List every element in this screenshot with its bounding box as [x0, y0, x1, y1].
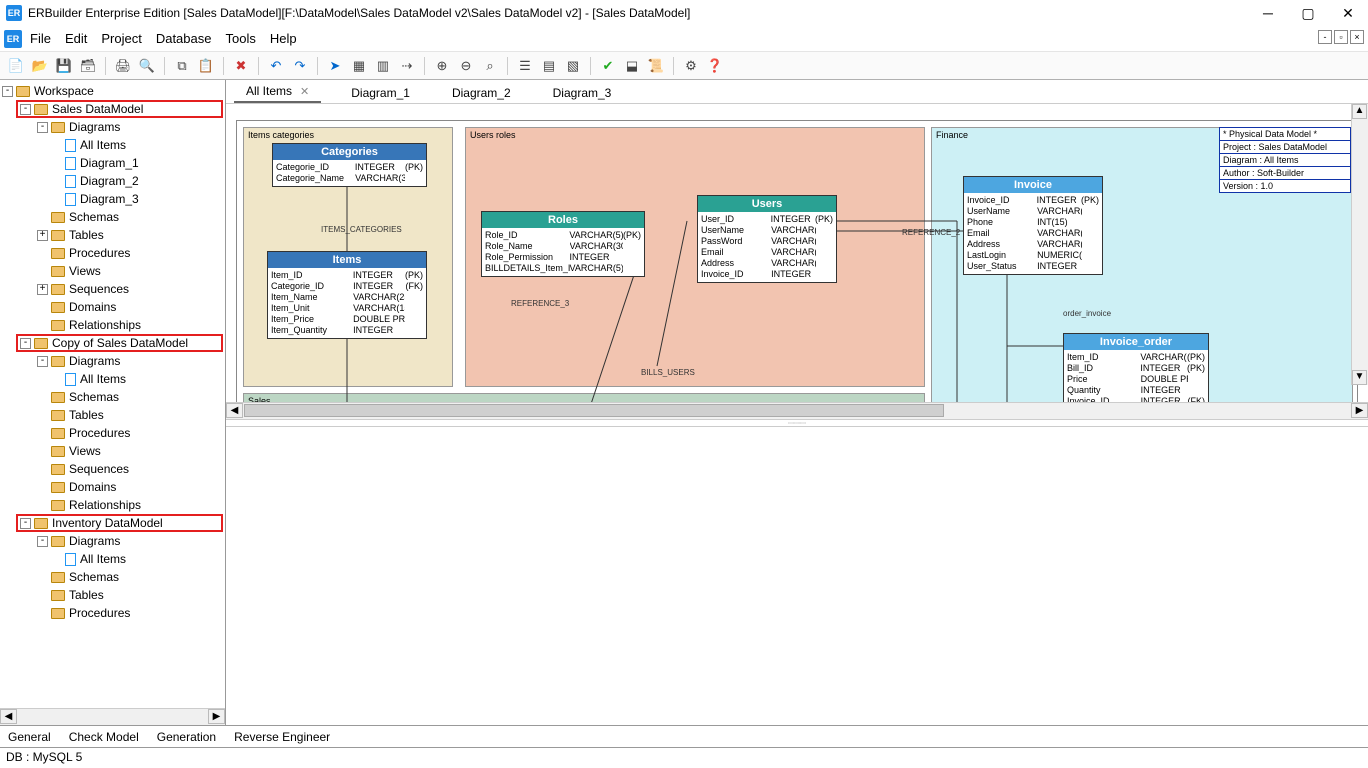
- new-icon[interactable]: 📄: [6, 56, 26, 76]
- tab-diagram-1[interactable]: Diagram_1: [339, 83, 422, 103]
- close-button[interactable]: ✕: [1328, 0, 1368, 26]
- tree-sales-model[interactable]: Sales DataModel: [52, 102, 143, 116]
- undo-icon[interactable]: ↶: [266, 56, 286, 76]
- tree-schemas[interactable]: Schemas: [69, 210, 119, 224]
- tree-diagram-3[interactable]: Diagram_3: [80, 192, 139, 206]
- diagram-canvas[interactable]: Items categories Users roles Sales Finan…: [236, 120, 1358, 402]
- script-icon[interactable]: 📜: [646, 56, 666, 76]
- entity-invoice[interactable]: InvoiceInvoice_IDINTEGER(PK)UserNameVARC…: [963, 176, 1103, 275]
- tree-diagrams[interactable]: Diagrams: [69, 120, 120, 134]
- tree-tables[interactable]: Tables: [69, 228, 104, 242]
- app-icon-small: ER: [4, 30, 22, 48]
- tree-hscroll[interactable]: ◀▶: [0, 708, 225, 725]
- tree-views[interactable]: Views: [69, 264, 101, 278]
- maximize-button[interactable]: ▢: [1288, 0, 1328, 26]
- tree-sequences[interactable]: Sequences: [69, 282, 129, 296]
- zoomout-icon[interactable]: ⊖: [456, 56, 476, 76]
- status-tabs: General Check Model Generation Reverse E…: [0, 725, 1368, 747]
- region-sales: Sales: [243, 393, 925, 402]
- canvas-vscroll[interactable]: ▲ ▼: [1351, 104, 1368, 385]
- entity-roles[interactable]: RolesRole_IDVARCHAR(5)(PK)Role_NameVARCH…: [481, 211, 645, 277]
- tree-relationships[interactable]: Relationships: [69, 318, 141, 332]
- splitter[interactable]: ┄┄┄┄┄: [226, 419, 1368, 427]
- menu-help[interactable]: Help: [270, 31, 297, 46]
- tree-copy-model[interactable]: Copy of Sales DataModel: [52, 336, 188, 350]
- minimize-button[interactable]: ─: [1248, 0, 1288, 26]
- copy-icon[interactable]: ⧉: [172, 56, 192, 76]
- help-icon[interactable]: ❓: [705, 56, 725, 76]
- layout1-icon[interactable]: ▤: [539, 56, 559, 76]
- redo-icon[interactable]: ↷: [290, 56, 310, 76]
- tree-inventory-model[interactable]: Inventory DataModel: [52, 516, 163, 530]
- title-bar: ER ERBuilder Enterprise Edition [Sales D…: [0, 0, 1368, 26]
- canvas-hscroll[interactable]: ◀ ▶: [226, 402, 1368, 419]
- model-icon: [34, 104, 48, 115]
- tab-close-icon[interactable]: ✕: [300, 86, 309, 98]
- view-icon[interactable]: ▥: [373, 56, 393, 76]
- tree-all-items[interactable]: All Items: [80, 138, 126, 152]
- diagram-tabs: All Items✕ Diagram_1 Diagram_2 Diagram_3: [226, 80, 1368, 104]
- paste-icon[interactable]: 📋: [196, 56, 216, 76]
- gen-icon[interactable]: ⬓: [622, 56, 642, 76]
- status-tab-general[interactable]: General: [8, 730, 51, 744]
- entity-categories[interactable]: CategoriesCategorie_IDINTEGER(PK)Categor…: [272, 143, 427, 187]
- folder-icon: [16, 86, 30, 97]
- zoomfit-icon[interactable]: ⌕: [480, 56, 500, 76]
- app-icon: ER: [6, 5, 22, 21]
- print-icon[interactable]: 🖨: [113, 56, 133, 76]
- menu-file[interactable]: File: [30, 31, 51, 46]
- check-icon[interactable]: ✔: [598, 56, 618, 76]
- tab-all-items[interactable]: All Items✕: [234, 81, 321, 103]
- rel-items-categories: ITEMS_CATEGORIES: [321, 225, 402, 234]
- output-panel: [226, 427, 1368, 725]
- mdi-minimize[interactable]: -: [1318, 30, 1332, 44]
- tab-diagram-2[interactable]: Diagram_2: [440, 83, 523, 103]
- settings-icon[interactable]: ⚙: [681, 56, 701, 76]
- pointer-icon[interactable]: ➤: [325, 56, 345, 76]
- rel-reference-3: REFERENCE_3: [511, 299, 569, 308]
- zoomin-icon[interactable]: ⊕: [432, 56, 452, 76]
- tree-procedures[interactable]: Procedures: [69, 246, 130, 260]
- mdi-restore[interactable]: ▫: [1334, 30, 1348, 44]
- relation-icon[interactable]: ⇢: [397, 56, 417, 76]
- tree-diagram-1[interactable]: Diagram_1: [80, 156, 139, 170]
- table-icon[interactable]: ▦: [349, 56, 369, 76]
- expand-icon[interactable]: -: [2, 86, 13, 97]
- tree-workspace[interactable]: Workspace: [34, 84, 94, 98]
- saveall-icon[interactable]: 🗃: [78, 56, 98, 76]
- window-title: ERBuilder Enterprise Edition [Sales Data…: [28, 6, 690, 20]
- entity-users[interactable]: UsersUser_IDINTEGER(PK)UserNameVARCHAR(5…: [697, 195, 837, 283]
- status-bar: DB : MySQL 5: [0, 747, 1368, 768]
- tab-diagram-3[interactable]: Diagram_3: [541, 83, 624, 103]
- toolbar: 📄 📂 💾 🗃 🖨 🔍 ⧉ 📋 ✖ ↶ ↷ ➤ ▦ ▥ ⇢ ⊕ ⊖ ⌕ ☰ ▤ …: [0, 52, 1368, 80]
- rel-order-invoice: order_invoice: [1063, 309, 1111, 318]
- save-icon[interactable]: 💾: [54, 56, 74, 76]
- preview-icon[interactable]: 🔍: [137, 56, 157, 76]
- layout2-icon[interactable]: ▧: [563, 56, 583, 76]
- entity-items[interactable]: ItemsItem_IDINTEGER(PK)Categorie_IDINTEG…: [267, 251, 427, 339]
- menu-edit[interactable]: Edit: [65, 31, 87, 46]
- status-tab-check[interactable]: Check Model: [69, 730, 139, 744]
- tree-diagram-2[interactable]: Diagram_2: [80, 174, 139, 188]
- status-tab-reverse[interactable]: Reverse Engineer: [234, 730, 330, 744]
- menu-bar: ER File Edit Project Database Tools Help…: [0, 26, 1368, 52]
- tree-domains[interactable]: Domains: [69, 300, 116, 314]
- status-tab-generation[interactable]: Generation: [157, 730, 216, 744]
- tree-panel: -Workspace -Sales DataModel -Diagrams Al…: [0, 80, 226, 725]
- menu-tools[interactable]: Tools: [225, 31, 255, 46]
- menu-database[interactable]: Database: [156, 31, 212, 46]
- entity-invoice-order[interactable]: Invoice_orderItem_IDVARCHAR(5)(PK)Bill_I…: [1063, 333, 1209, 402]
- align-icon[interactable]: ☰: [515, 56, 535, 76]
- rel-bills-users: BILLS_USERS: [641, 368, 695, 377]
- open-icon[interactable]: 📂: [30, 56, 50, 76]
- menu-project[interactable]: Project: [101, 31, 141, 46]
- rel-reference-2: REFERENCE_2: [902, 228, 960, 237]
- delete-icon[interactable]: ✖: [231, 56, 251, 76]
- mdi-close[interactable]: ×: [1350, 30, 1364, 44]
- info-box: * Physical Data Model *Project : Sales D…: [1219, 127, 1351, 193]
